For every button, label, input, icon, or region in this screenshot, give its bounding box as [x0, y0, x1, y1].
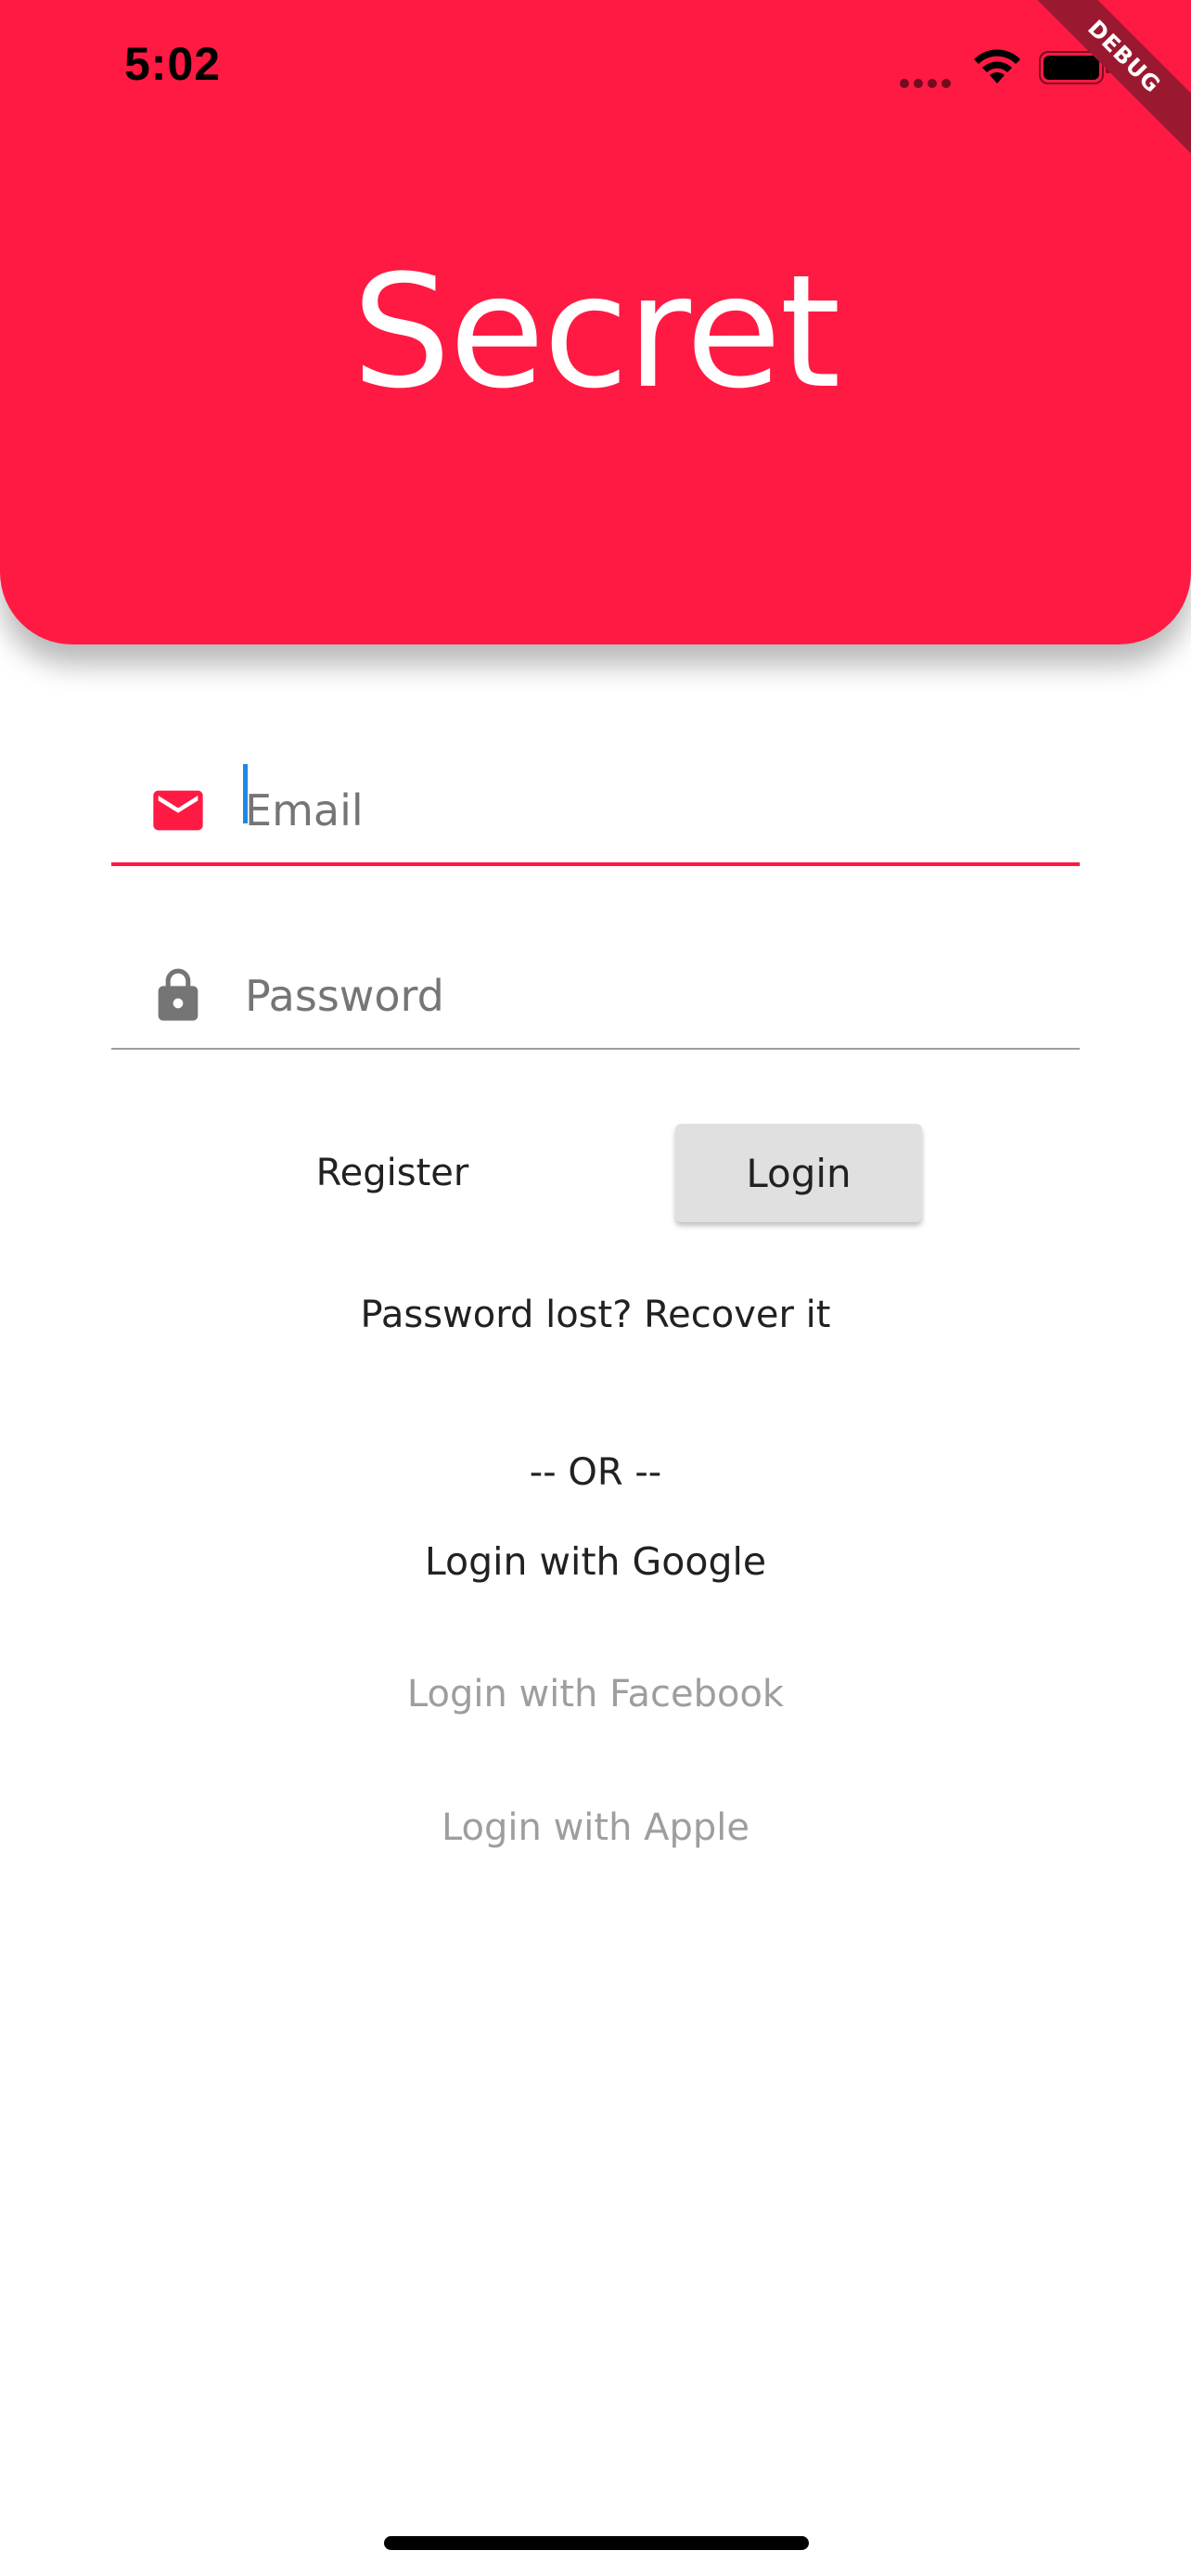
login-screen: 5:02 DEBUG Secret Register Login [0, 0, 1191, 2576]
app-title: Secret [352, 241, 841, 423]
or-divider-label: -- OR -- [529, 1451, 662, 1494]
debug-banner: DEBUG [1010, 0, 1191, 171]
recover-password-row: Password lost? Recover it [0, 1294, 1191, 1336]
signal-dots-icon [900, 74, 957, 88]
status-time: 5:02 [124, 38, 222, 90]
header-banner: 5:02 DEBUG Secret [0, 0, 1191, 644]
apple-login-row: Login with Apple [0, 1806, 1191, 1849]
apple-login-button[interactable]: Login with Apple [442, 1806, 749, 1849]
google-login-row: Login with Google [0, 1539, 1191, 1584]
or-divider: -- OR -- [0, 1451, 1191, 1494]
facebook-login-button[interactable]: Login with Facebook [407, 1673, 784, 1715]
register-button[interactable]: Register [278, 1122, 506, 1224]
home-indicator[interactable] [384, 2536, 809, 2550]
mail-icon [153, 790, 203, 831]
email-field[interactable] [111, 760, 1080, 866]
login-button[interactable]: Login [675, 1124, 922, 1222]
facebook-login-row: Login with Facebook [0, 1673, 1191, 1715]
password-input[interactable] [245, 959, 1061, 1033]
google-login-button[interactable]: Login with Google [425, 1539, 766, 1584]
recover-password-link[interactable]: Password lost? Recover it [361, 1294, 831, 1336]
password-field[interactable] [111, 946, 1080, 1050]
wifi-icon [974, 49, 1020, 83]
email-input[interactable] [245, 773, 1061, 848]
lock-icon [158, 968, 198, 1021]
